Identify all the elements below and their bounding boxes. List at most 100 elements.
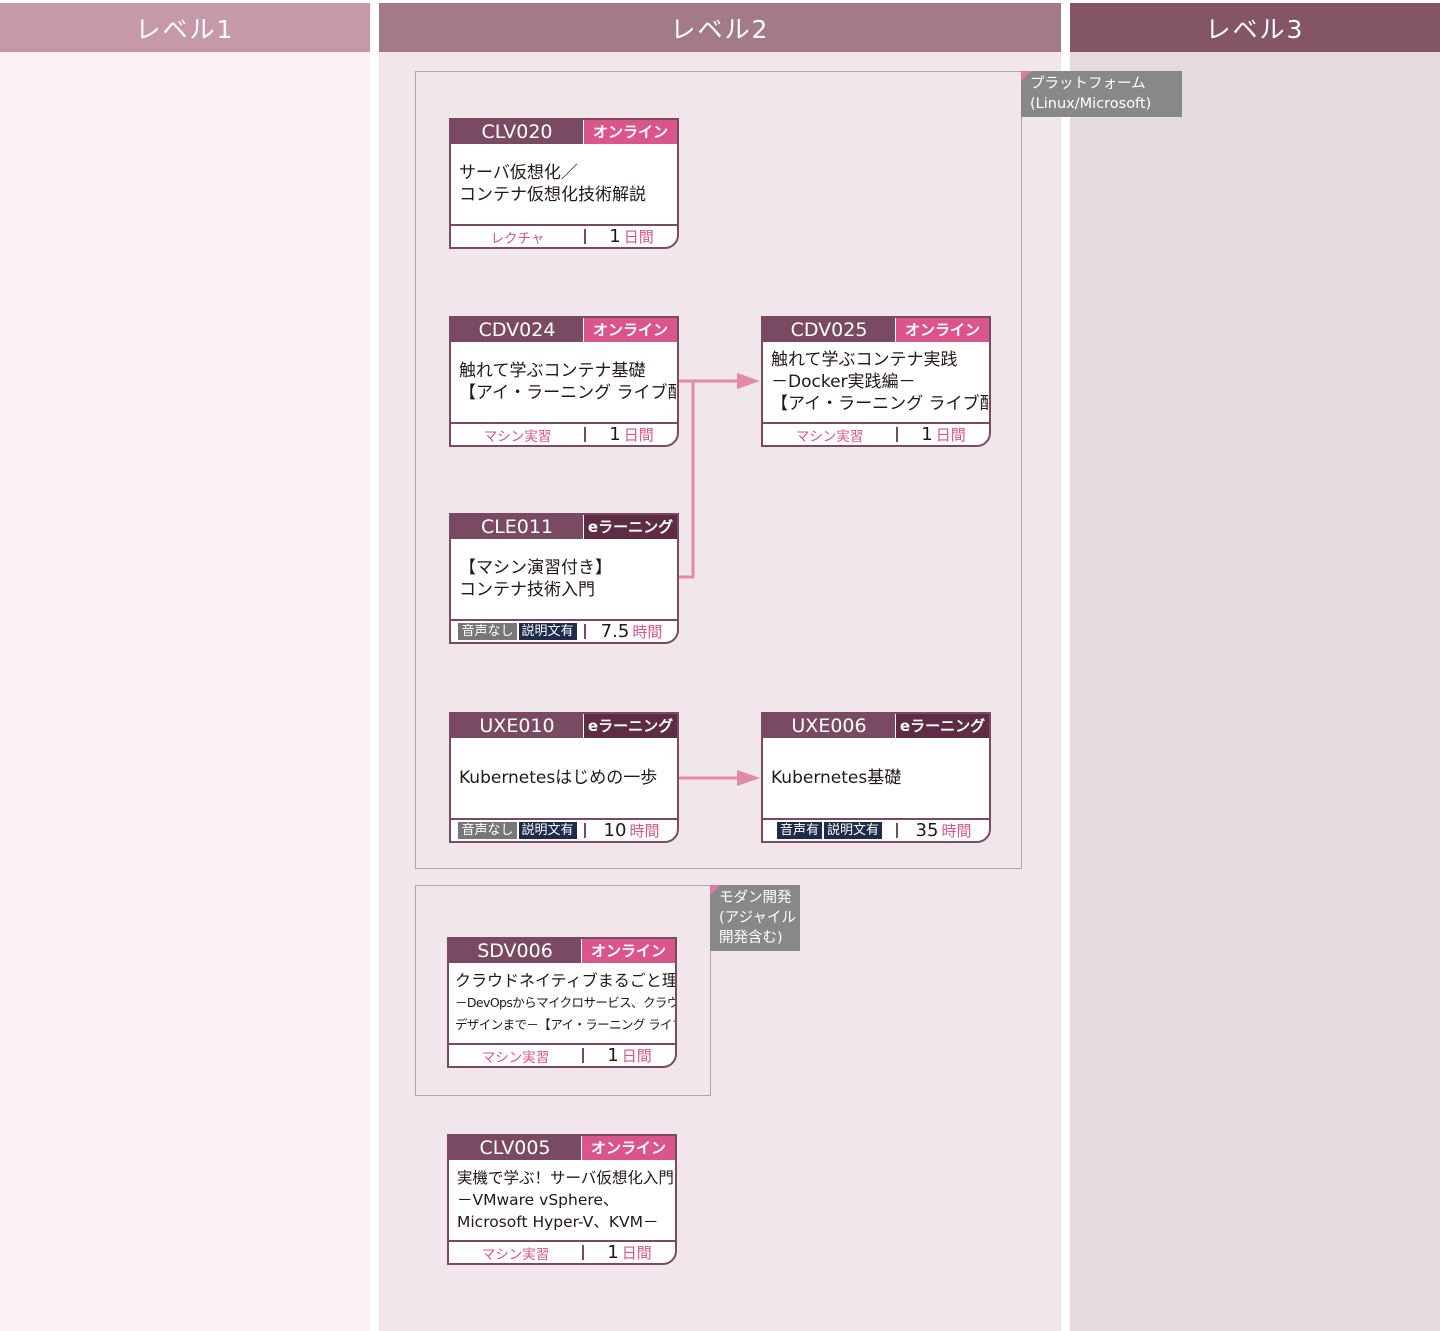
description-tag: 説明文有: [518, 623, 577, 640]
duration-unit: 時間: [941, 821, 972, 840]
delivery-type-badge: オンライン: [581, 1136, 675, 1160]
level1-header: レベル1: [0, 3, 370, 52]
training-method: レクチャ: [451, 229, 586, 247]
card-header: CLE011 eラーニング: [451, 515, 677, 539]
course-card-cdv025[interactable]: CDV025 オンライン 触れて学ぶコンテナ実践 －Docker実践編－ 【アイ…: [761, 316, 991, 447]
group-label-line: (Linux/Microsoft): [1030, 96, 1152, 112]
title-line: サーバ仮想化／: [459, 163, 578, 183]
duration-value: 1: [921, 423, 933, 445]
course-card-clv020[interactable]: CLV020 オンライン サーバ仮想化／ コンテナ仮想化技術解説 レクチャ 1日…: [449, 118, 679, 249]
delivery-type-badge: オンライン: [583, 120, 677, 144]
card-header: CDV024 オンライン: [451, 318, 677, 342]
card-footer: レクチャ 1 日間: [451, 224, 677, 247]
delivery-type-badge: オンライン: [895, 318, 989, 342]
duration-value: 10: [603, 819, 627, 841]
title-line: 【アイ・ラーニング ライブ配信】: [459, 383, 677, 403]
course-card-cle011[interactable]: CLE011 eラーニング 【マシン演習付き】 コンテナ技術入門 音声なし 説明…: [449, 513, 679, 644]
group-label-line: 開発含む): [719, 930, 783, 946]
training-method: マシン実習: [763, 427, 898, 445]
duration-value: 1: [609, 225, 621, 247]
title-line: Microsoft Hyper-V、KVM－: [457, 1213, 659, 1231]
title-line: 触れて学ぶコンテナ基礎: [459, 361, 646, 381]
course-card-uxe010[interactable]: UXE010 eラーニング Kubernetesはじめの一歩 音声なし 説明文有…: [449, 712, 679, 843]
course-code: CLV020: [481, 121, 553, 143]
card-header: CDV025 オンライン: [763, 318, 989, 342]
training-method: マシン実習: [451, 427, 586, 445]
course-card-sdv006[interactable]: SDV006 オンライン クラウドネイティブまるごと理解 －DevOpsからマイ…: [447, 937, 677, 1068]
duration-value: 35: [915, 819, 939, 841]
delivery-type-badge: オンライン: [581, 939, 675, 963]
card-footer: マシン実習 1 日間: [763, 422, 989, 445]
delivery-type-badge: eラーニング: [895, 714, 989, 738]
course-title: 【マシン演習付き】 コンテナ技術入門: [451, 539, 677, 619]
card-footer: マシン実習 1 日間: [451, 422, 677, 445]
delivery-type-badge: オンライン: [583, 318, 677, 342]
card-footer: マシン実習 1 日間: [449, 1240, 675, 1263]
training-method: マシン実習: [449, 1048, 584, 1066]
duration-unit: 日間: [621, 1243, 652, 1262]
course-code: SDV006: [477, 940, 553, 962]
duration-unit: 日間: [623, 227, 654, 246]
duration-value: 1: [607, 1044, 619, 1066]
card-header: CLV020 オンライン: [451, 120, 677, 144]
card-header: SDV006 オンライン: [449, 939, 675, 963]
audio-tag: 音声なし: [458, 623, 517, 640]
course-card-cdv024[interactable]: CDV024 オンライン 触れて学ぶコンテナ基礎 【アイ・ラーニング ライブ配信…: [449, 316, 679, 447]
title-line: コンテナ仮想化技術解説: [459, 185, 646, 205]
course-code: CDV025: [790, 319, 868, 341]
duration-value: 7.5: [600, 620, 630, 642]
description-tag: 説明文有: [518, 822, 577, 839]
course-code: CLV005: [479, 1137, 551, 1159]
corner-marker: [1021, 71, 1031, 81]
group-label-line: プラットフォーム: [1030, 76, 1146, 92]
course-code: CDV024: [478, 319, 556, 341]
course-title: クラウドネイティブまるごと理解 －DevOpsからマイクロサービス、クラウド デ…: [449, 963, 675, 1043]
course-title: サーバ仮想化／ コンテナ仮想化技術解説: [451, 144, 677, 224]
course-card-clv005[interactable]: CLV005 オンライン 実機で学ぶ！サーバ仮想化入門 －VMware vSph…: [447, 1134, 677, 1265]
title-line: クラウドネイティブまるごと理解: [455, 971, 677, 990]
course-code: UXE010: [479, 715, 555, 737]
audio-tag: 音声なし: [458, 822, 517, 839]
title-line: Kubernetes基礎: [771, 768, 902, 788]
card-header: UXE006 eラーニング: [763, 714, 989, 738]
course-code: CLE011: [480, 516, 554, 538]
course-code: UXE006: [791, 715, 867, 737]
title-line: コンテナ技術入門: [459, 580, 595, 600]
duration-unit: 時間: [632, 622, 663, 641]
course-duration: 1 日間: [586, 226, 677, 247]
duration-unit: 日間: [621, 1046, 652, 1065]
card-header: CLV005 オンライン: [449, 1136, 675, 1160]
duration-unit: 日間: [935, 425, 966, 444]
card-footer: 音声なし 説明文有 10 時間: [451, 818, 677, 841]
audio-tag: 音声有: [776, 822, 822, 839]
course-title: 触れて学ぶコンテナ基礎 【アイ・ラーニング ライブ配信】: [451, 342, 677, 422]
course-title: 実機で学ぶ！サーバ仮想化入門 －VMware vSphere、 Microsof…: [449, 1160, 675, 1240]
course-duration: 1 日間: [584, 1242, 675, 1263]
card-footer: 音声なし 説明文有 7.5 時間: [451, 619, 677, 642]
delivery-type-badge: eラーニング: [583, 515, 677, 539]
course-title: Kubernetesはじめの一歩: [451, 738, 677, 818]
media-tags: 音声有 説明文有: [763, 822, 898, 839]
level2-header: レベル2: [379, 3, 1061, 52]
training-method: マシン実習: [449, 1245, 584, 1263]
title-line: デザインまで－【アイ・ラーニング ライブ配信】: [455, 1017, 675, 1032]
duration-unit: 日間: [623, 425, 654, 444]
title-line: 【アイ・ラーニング ライブ配信】: [771, 394, 989, 414]
tags: 音声有 説明文有: [776, 822, 883, 839]
course-title: Kubernetes基礎: [763, 738, 989, 818]
course-card-uxe006[interactable]: UXE006 eラーニング Kubernetes基礎 音声有 説明文有 35 時間: [761, 712, 991, 843]
duration-unit: 時間: [629, 821, 660, 840]
card-footer: 音声有 説明文有 35 時間: [763, 818, 989, 841]
delivery-type-badge: eラーニング: [583, 714, 677, 738]
media-tags: 音声なし 説明文有: [451, 822, 586, 839]
title-line: Kubernetesはじめの一歩: [459, 768, 658, 788]
duration-value: 1: [609, 423, 621, 445]
title-line: －DevOpsからマイクロサービス、クラウド: [455, 995, 677, 1010]
course-duration: 7.5 時間: [586, 621, 677, 642]
level1-column: [0, 52, 370, 1331]
group-label-line: モダン開発: [719, 890, 792, 906]
title-line: －VMware vSphere、: [457, 1191, 619, 1209]
title-line: 【マシン演習付き】: [459, 558, 612, 578]
media-tags: 音声なし 説明文有: [451, 623, 586, 640]
duration-value: 1: [607, 1241, 619, 1263]
